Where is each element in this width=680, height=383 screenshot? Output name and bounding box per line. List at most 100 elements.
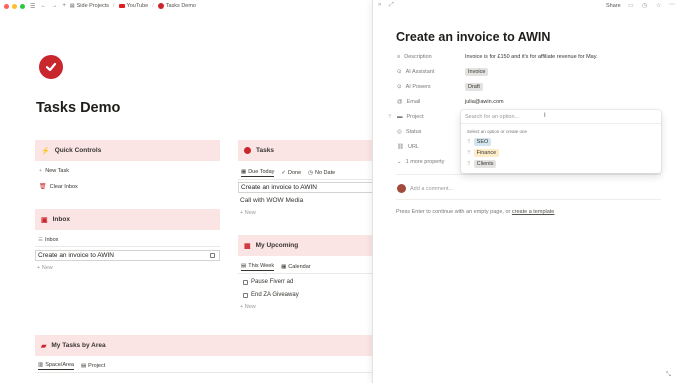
upcoming-new-label: New bbox=[244, 304, 256, 310]
list-item-title: End ZA Giveaway bbox=[251, 292, 299, 298]
clear-inbox-label: Clear Inbox bbox=[49, 183, 78, 190]
drag-handle-icon[interactable]: ⠿ bbox=[467, 139, 471, 145]
open-full-page-icon[interactable]: ⤢ bbox=[389, 2, 394, 9]
property-project[interactable]: ▬ Project bbox=[397, 114, 424, 120]
property-description[interactable]: ≡ Description bbox=[397, 54, 432, 60]
lightning-icon: ⚡ bbox=[41, 147, 50, 155]
divider bbox=[35, 372, 372, 373]
folder-icon: ▬ bbox=[397, 114, 403, 120]
property-label: URL bbox=[407, 144, 419, 150]
email-value[interactable]: julia@awin.com bbox=[465, 99, 504, 105]
quick-controls-callout: ⚡ Quick Controls bbox=[35, 140, 220, 161]
ai-assistant-value[interactable]: Invoice bbox=[465, 68, 489, 76]
tab-space-area[interactable]: ▥ Space/Area bbox=[38, 362, 74, 370]
upcoming-new-button[interactable]: + New bbox=[240, 304, 256, 310]
comment-icon[interactable]: ▭ bbox=[628, 2, 634, 9]
tasks-view-tabs: ▦ Due Today ✓ Done ◷ No Date bbox=[241, 169, 335, 177]
drag-handle-icon[interactable]: ⠿ bbox=[467, 150, 471, 156]
maximize-window-icon[interactable] bbox=[20, 3, 25, 9]
breadcrumb-side-projects[interactable]: Side Projects bbox=[77, 3, 109, 9]
tag-invoice: Invoice bbox=[465, 68, 489, 76]
option-seo-tag: SEO bbox=[473, 138, 492, 146]
tab-project[interactable]: ▤ Project bbox=[81, 363, 105, 369]
list-item[interactable]: End ZA Giveaway bbox=[243, 292, 299, 298]
property-label: Status bbox=[405, 129, 422, 135]
property-ai-powers[interactable]: ⊙ AI Powers bbox=[397, 84, 431, 90]
divider bbox=[35, 246, 220, 247]
drag-handle-icon[interactable]: ⠿ bbox=[388, 114, 392, 120]
share-button[interactable]: Share bbox=[606, 3, 621, 9]
checkbox[interactable] bbox=[243, 292, 248, 298]
minimize-window-icon[interactable] bbox=[12, 3, 17, 9]
option-clients-tag: Clients bbox=[473, 160, 497, 168]
close-window-icon[interactable] bbox=[4, 3, 9, 9]
sidebar-toggle-icon[interactable]: ☰ bbox=[30, 3, 35, 10]
history-icon[interactable]: ◷ bbox=[642, 2, 647, 9]
description-value[interactable]: Invoice is for £150 and it's for affilia… bbox=[465, 54, 598, 60]
list-item[interactable]: Pause Fiverr ad bbox=[243, 279, 293, 285]
property-label: Email bbox=[406, 99, 421, 105]
list-item[interactable]: Call with WOW Media bbox=[240, 197, 303, 204]
option-search-input[interactable]: Search for an option... bbox=[461, 110, 661, 124]
new-task-button[interactable]: + New Task bbox=[39, 168, 69, 174]
list-icon: ☰ bbox=[38, 237, 43, 243]
table-icon: ▤ bbox=[80, 363, 87, 369]
at-sign-icon: @ bbox=[397, 99, 403, 105]
list-item[interactable]: Create an invoice to AWIN bbox=[35, 250, 220, 261]
tab-this-week[interactable]: ▤ This Week bbox=[241, 263, 275, 271]
breadcrumb: ▤ Side Projects / YouTube / Tasks Demo bbox=[69, 3, 196, 9]
list-item-title: Create an invoice to AWIN bbox=[241, 184, 317, 191]
forward-arrow-icon[interactable]: → bbox=[51, 3, 57, 9]
inbox-new-button[interactable]: + New bbox=[37, 265, 53, 271]
property-email[interactable]: @ Email bbox=[397, 99, 420, 105]
property-ai-assistant[interactable]: ⊙ AI Assistant bbox=[397, 69, 434, 75]
check-icon bbox=[244, 147, 251, 154]
tab-no-date-label: No Date bbox=[314, 170, 336, 176]
inbox-callout: ▣ Inbox bbox=[35, 209, 220, 230]
favorite-icon[interactable]: ☆ bbox=[656, 2, 661, 9]
peek-top-bar: » ⤢ Share ▭ ◷ ☆ ⋯ bbox=[373, 0, 680, 12]
tasks-title: Tasks bbox=[256, 147, 274, 154]
breadcrumb-youtube[interactable]: YouTube bbox=[127, 3, 149, 9]
calendar-icon: ▦ bbox=[281, 264, 287, 270]
close-peek-icon[interactable]: » bbox=[378, 2, 381, 8]
tab-calendar[interactable]: ▦ Calendar bbox=[281, 264, 311, 270]
checkbox[interactable] bbox=[210, 253, 215, 258]
peek-page-title[interactable]: Create an invoice to AWIN bbox=[396, 30, 550, 44]
option-seo[interactable]: ⠿ SEO bbox=[467, 138, 492, 146]
tab-no-date[interactable]: ◷ No Date bbox=[308, 170, 335, 176]
chevron-down-icon: ⌄ bbox=[397, 159, 402, 165]
ai-powers-value[interactable]: Draft bbox=[465, 83, 483, 91]
comment-input[interactable]: Add a comment... bbox=[410, 186, 453, 192]
page-check-icon[interactable] bbox=[39, 55, 63, 79]
add-icon[interactable]: + bbox=[62, 3, 66, 9]
tasks-new-button[interactable]: + New bbox=[240, 210, 256, 216]
breadcrumb-tasks-demo[interactable]: Tasks Demo bbox=[166, 3, 196, 9]
tab-inbox[interactable]: ☰ Inbox bbox=[38, 237, 58, 243]
checkbox[interactable] bbox=[243, 279, 248, 285]
dropdown-caption: Select an option or create one bbox=[467, 129, 528, 134]
help-expand-icon[interactable]: ⤡ bbox=[666, 372, 671, 379]
text-cursor-icon: I bbox=[544, 113, 546, 119]
create-template-link[interactable]: create a template bbox=[512, 209, 555, 215]
tab-done[interactable]: ✓ Done bbox=[281, 170, 301, 176]
hint-text: Press Enter to continue with an empty pa… bbox=[396, 209, 512, 215]
tasks-callout: Tasks bbox=[238, 140, 372, 161]
property-url[interactable]: ⛓ URL bbox=[397, 144, 419, 150]
drag-handle-icon[interactable]: ⠿ bbox=[467, 161, 471, 167]
more-properties-toggle[interactable]: ⌄ 1 more property bbox=[397, 159, 444, 165]
tasks-by-area-tabs: ▥ Space/Area ▤ Project bbox=[38, 362, 105, 370]
inbox-new-label: New bbox=[41, 265, 53, 271]
text-lines-icon: ≡ bbox=[397, 54, 401, 60]
top-bar: ☰ ← → + ▤ Side Projects / YouTube / Task… bbox=[0, 0, 372, 12]
list-item[interactable]: Create an invoice to AWIN bbox=[238, 182, 372, 193]
project-option-dropdown: Search for an option... I Select an opti… bbox=[461, 110, 661, 173]
option-clients[interactable]: ⠿ Clients bbox=[467, 160, 497, 168]
tab-due-today[interactable]: ▦ Due Today bbox=[241, 169, 275, 177]
property-status[interactable]: ◎ Status bbox=[397, 129, 421, 135]
property-label: Project bbox=[406, 114, 424, 120]
back-arrow-icon[interactable]: ← bbox=[40, 3, 46, 9]
more-options-icon[interactable]: ⋯ bbox=[669, 1, 675, 8]
clear-inbox-button[interactable]: 🗑 Clear Inbox bbox=[39, 183, 78, 191]
option-finance[interactable]: ⠿ Finance bbox=[467, 149, 500, 157]
